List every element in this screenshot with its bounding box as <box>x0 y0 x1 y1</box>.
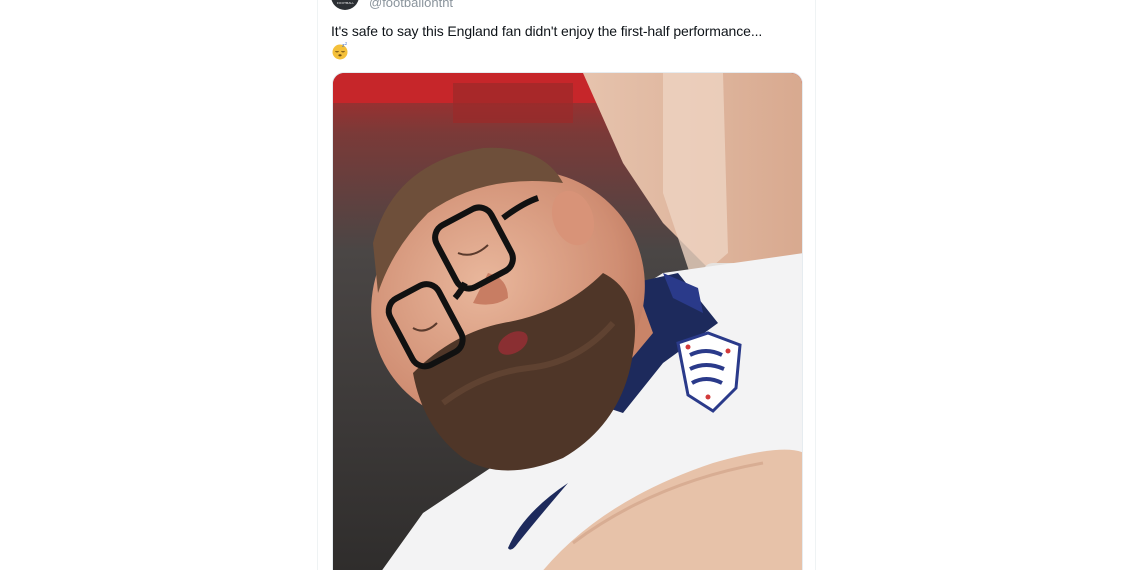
user-handle[interactable]: @footballontnt <box>369 0 453 10</box>
page: FOOTBALL @footballontnt It's safe to say… <box>0 0 1140 570</box>
tweet-header: FOOTBALL @footballontnt <box>331 0 453 10</box>
photo-illustration <box>333 73 802 570</box>
avatar-text: FOOTBALL <box>337 1 355 5</box>
timeline-column: FOOTBALL @footballontnt It's safe to say… <box>317 0 816 570</box>
tweet-photo[interactable] <box>332 72 803 570</box>
tweet[interactable]: FOOTBALL @footballontnt It's safe to say… <box>318 0 817 570</box>
sleeping-face-icon: z z <box>331 41 349 60</box>
avatar[interactable]: FOOTBALL <box>331 0 359 10</box>
tweet-text: It's safe to say this England fan didn't… <box>331 23 763 39</box>
svg-text:z: z <box>345 42 347 46</box>
